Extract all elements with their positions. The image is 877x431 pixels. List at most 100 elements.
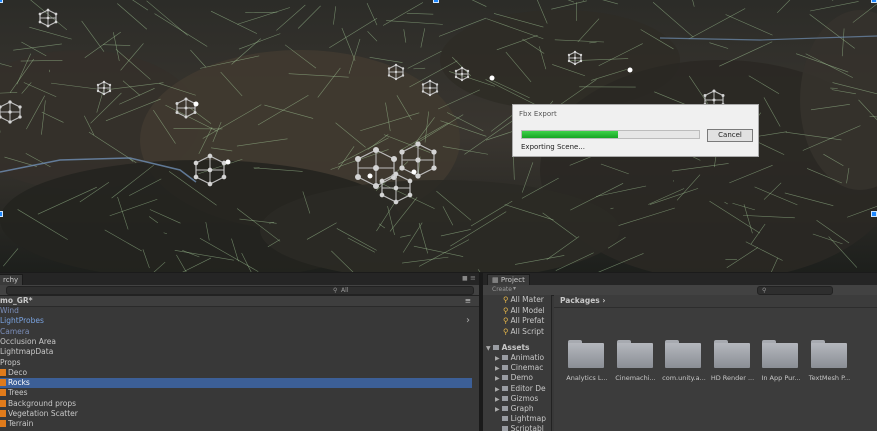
package-folder-label: HD Render ... [710,374,755,382]
hierarchy-item[interactable]: LightProbes › [0,316,472,326]
asset-folder-item[interactable]: ▶ Cinemac [495,363,543,373]
folder-icon [501,406,508,411]
light-probe-node [46,8,50,12]
selection-handle-mid-right[interactable] [871,211,877,217]
collapse-triangle-icon[interactable]: ▶ [495,375,500,382]
package-folder-label: TextMesh P... [808,374,851,382]
favorite-label: All Prefat [510,316,545,325]
tab-project[interactable]: ▦ Project [487,274,530,285]
light-probe-node [579,53,583,57]
selection-handle-mid-left[interactable] [0,211,3,217]
favorite-item[interactable]: ⚲ All Script [503,327,544,337]
hierarchy-item[interactable]: Props [0,358,472,368]
folder-icon [501,416,508,422]
prefab-icon [0,389,6,397]
asset-folder-item[interactable]: ▶ Demo [495,373,533,383]
hierarchy-item[interactable]: Terrain [0,419,472,429]
light-probe-node [387,74,391,77]
light-probe-node [401,67,405,70]
hierarchy-item[interactable]: LightmapData [0,347,472,357]
hierarchy-item-label: Wind [0,306,19,315]
hierarchy-item[interactable]: Wind [0,306,472,316]
package-folder[interactable]: Analytics L... [566,340,608,382]
light-probe-node [399,149,405,155]
cancel-button[interactable]: Cancel [707,129,753,142]
asset-folder-item[interactable]: ▶Lightmap [495,414,546,424]
panel-menu-icon[interactable]: ≡ [470,274,476,282]
package-folder[interactable]: HD Render ... [711,340,754,382]
package-folder[interactable]: TextMesh P... [809,340,850,382]
light-marker [367,173,373,179]
hierarchy-item[interactable]: Occlusion Area [0,337,472,347]
package-folder[interactable]: Cinemachi... [615,340,656,382]
assets-folder[interactable]: ▼ Assets [486,343,530,353]
light-probe-node [421,90,425,93]
favorite-item[interactable]: ⚲ All Model [503,306,545,316]
hierarchy-item-label: Deco [8,367,28,377]
light-probe-node [193,174,199,180]
hierarchy-item[interactable]: Deco [0,368,472,378]
collapse-triangle-icon[interactable]: ▶ [495,365,500,372]
hierarchy-item[interactable]: Vegetation Scatter [0,409,472,419]
favorite-item[interactable]: ⚲ All Prefat [503,316,544,326]
collapse-triangle-icon[interactable]: ▶ [495,355,500,362]
scene-view[interactable]: Fbx Export Cancel Exporting Scene... [0,0,877,272]
asset-folder-item[interactable]: ▶ Gizmos [495,394,538,404]
hierarchy-search-input[interactable]: ⚲ All [6,286,474,295]
project-tabbar: ▦ Project [483,273,877,285]
asset-folder-item[interactable]: ▶ Graph [495,404,534,414]
folder-icon [492,345,499,350]
light-probe-node [379,178,385,184]
collapse-triangle-icon[interactable]: ▶ [495,386,500,393]
search-icon: ⚲ [333,287,338,294]
asset-folder-label: Animatio [510,353,545,362]
asset-folder-item[interactable]: ▶Scriptabl [495,424,544,431]
selection-handle-top-left[interactable] [0,0,3,3]
collapse-triangle-icon[interactable]: ▶ [495,396,500,403]
light-probe-node [721,94,725,97]
tab-hierarchy[interactable]: rchy [0,274,24,285]
light-probe-node [454,69,458,73]
light-probe-node [207,153,213,159]
create-chevron-icon: ▾ [513,285,517,292]
expand-triangle-icon[interactable]: ▼ [486,345,491,352]
scene-menu-icon[interactable]: ≡ [465,296,471,306]
expand-arrow-icon[interactable]: › [466,316,470,326]
project-search-input[interactable]: ⚲ [757,286,833,295]
project-panel: ▦ Project Create ▾ ⚲ ⚲ All Mater ⚲ All Mode… [483,272,877,431]
light-probe-node [431,149,437,155]
light-probe-node [393,185,399,191]
light-probe-node [8,100,12,104]
hierarchy-item[interactable]: Camera [0,327,472,337]
project-folder-tree: ⚲ All Mater ⚲ All Model ⚲ All Prefat ⚲ All Scri… [483,295,552,431]
light-probe-node [567,53,571,57]
package-folder[interactable]: com.unity.a... [662,340,706,382]
selection-handle-top-right[interactable] [871,0,877,3]
collapse-triangle-icon[interactable]: ▶ [495,406,500,413]
hierarchy-item[interactable]: Rocks [0,378,472,389]
breadcrumb-packages[interactable]: Packages [560,296,600,305]
asset-folder-item[interactable]: ▶ Animatio [495,353,544,363]
light-probe-node [18,105,22,109]
asset-folder-item[interactable]: ▶ Editor De [495,384,546,394]
scene-name: mo_GR* [0,296,33,305]
light-probe-node [108,89,112,93]
folder-icon [762,340,798,368]
favorite-item[interactable]: ⚲ All Mater [503,295,544,305]
light-probe-node [407,178,413,184]
hierarchy-item[interactable]: Trees [0,388,472,398]
asset-folder-label: Demo [510,373,533,383]
light-probe-node [394,77,398,81]
prefab-icon [0,399,6,407]
hierarchy-item-label: Occlusion Area [0,336,56,346]
light-probe-node [415,141,421,147]
hierarchy-item[interactable]: Background props [0,399,472,409]
lock-icon[interactable]: ■ [462,275,468,282]
package-folder[interactable]: In App Pur... [761,340,801,382]
asset-folder-label: Graph [510,404,534,413]
fbx-export-dialog: Fbx Export Cancel Exporting Scene... [512,104,759,157]
light-probe-node [355,174,361,180]
selection-handle-top-center[interactable] [433,0,439,3]
light-probe-node [8,120,12,124]
create-dropdown[interactable]: Create [492,286,512,293]
